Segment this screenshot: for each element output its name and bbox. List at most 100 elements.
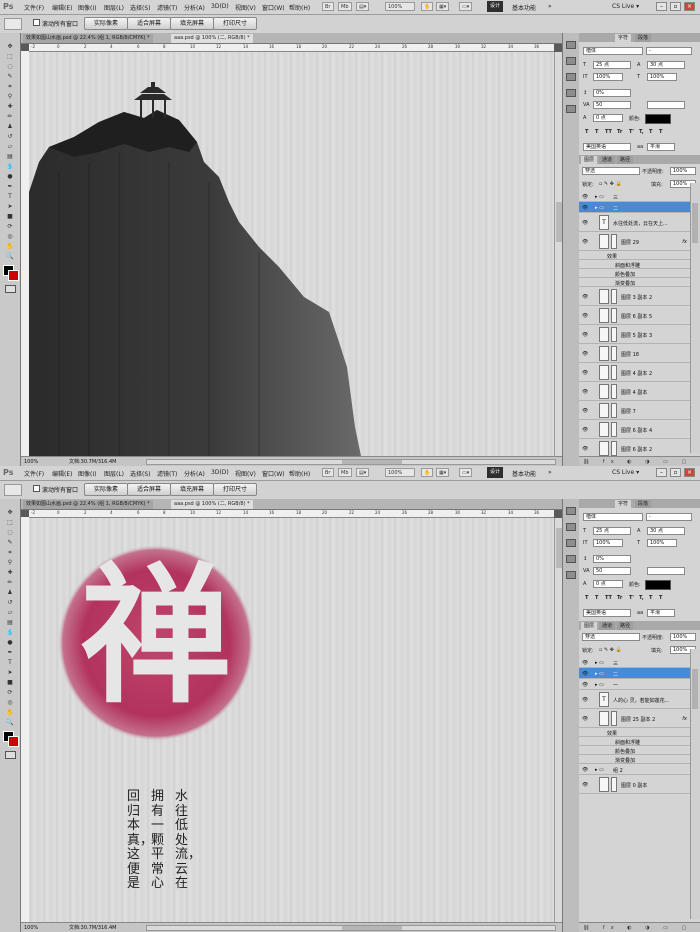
lasso-tool-icon[interactable]: ◌ [3, 63, 17, 70]
blend-mode-dropdown[interactable]: 穿透 [582, 167, 640, 175]
tab-layers[interactable]: 图层 [581, 622, 598, 630]
kerning-field[interactable] [647, 567, 685, 575]
move-tool-icon[interactable]: ✥ [3, 43, 17, 50]
quick-mask-icon[interactable] [5, 285, 16, 293]
visibility-eye-icon[interactable]: 👁 [582, 332, 588, 338]
hand-icon[interactable]: ✋ [421, 468, 434, 477]
menu-file[interactable]: 文件(F) [24, 469, 44, 478]
visibility-eye-icon[interactable]: 👁 [582, 716, 588, 722]
underline-button[interactable]: T [649, 129, 652, 135]
horizontal-scrollbar[interactable] [146, 925, 556, 931]
bridge-button[interactable]: Br [322, 2, 334, 11]
layer-effect-row[interactable]: 效果 [579, 251, 690, 260]
layer-row[interactable]: 👁 图层 7 [579, 401, 690, 420]
close-button[interactable]: × [684, 2, 695, 11]
bridge-button[interactable]: Br [322, 468, 334, 477]
visibility-eye-icon[interactable]: 👁 [582, 351, 588, 357]
menu-window[interactable]: 窗口(W) [262, 3, 285, 12]
all-caps-button[interactable]: TT [605, 129, 612, 135]
workspace-design-button[interactable]: 设计 [487, 467, 503, 478]
type-tool-icon[interactable]: T [3, 193, 17, 200]
strikethrough-button[interactable]: T [659, 595, 662, 601]
baseline-field[interactable]: 0% [593, 555, 631, 563]
quick-select-tool-icon[interactable]: ✎ [3, 539, 17, 546]
arrange-documents-icon[interactable]: ▦▾ [436, 2, 450, 11]
fill-screen-button[interactable]: 填充屏幕 [170, 483, 214, 496]
tab-paragraph[interactable]: 段落 [635, 500, 652, 508]
hand-tool-icon[interactable]: ✋ [3, 243, 17, 250]
styles-panel-icon[interactable] [566, 89, 576, 97]
antialias-dropdown[interactable]: 平滑 [647, 143, 675, 151]
layer-group-row[interactable]: 👁 ▸ ▭ 一 [579, 679, 690, 690]
lasso-tool-icon[interactable]: ◌ [3, 529, 17, 536]
scroll-all-windows-checkbox[interactable] [33, 485, 40, 492]
crop-tool-icon[interactable]: ⌗ [3, 83, 17, 90]
gradient-tool-icon[interactable]: ▤ [3, 619, 17, 626]
workspace-essentials-button[interactable]: 基本功能 [512, 469, 536, 478]
menu-edit[interactable]: 编辑(E) [52, 469, 72, 478]
layer-row[interactable]: 👁 图层 25 副本 2 fx [579, 709, 690, 728]
print-size-button[interactable]: 打印尺寸 [213, 483, 257, 496]
path-select-tool-icon[interactable]: ➤ [3, 669, 17, 676]
text-color-swatch[interactable] [645, 580, 671, 590]
layer-effect-row[interactable]: 效果 [579, 728, 690, 737]
layers-footer-buttons[interactable]: ⛓ fx ◐ ◑ ▭ ▢ 🗑 [579, 922, 700, 932]
visibility-eye-icon[interactable]: 👁 [582, 782, 588, 788]
layer-row[interactable]: 👁 图层 6 副本 5 [579, 306, 690, 325]
folder-icon[interactable]: ▸ ▭ [595, 194, 604, 200]
layer-effect-row[interactable]: 颜色叠加 [579, 269, 690, 278]
layer-row[interactable]: 👁 图层 4 副本 [579, 382, 690, 401]
horizontal-scroll-thumb[interactable] [342, 460, 402, 464]
3d-rotate-tool-icon[interactable]: ⟳ [3, 689, 17, 696]
menu-view[interactable]: 视图(V) [235, 3, 256, 12]
horizontal-scrollbar[interactable] [146, 459, 556, 465]
antialias-dropdown[interactable]: 平滑 [647, 609, 675, 617]
brush-tool-icon[interactable]: ✏ [3, 579, 17, 586]
menu-layer[interactable]: 图层(L) [104, 3, 124, 12]
menu-filter[interactable]: 滤镜(T) [157, 469, 177, 478]
language-dropdown[interactable]: 美国英语 [583, 609, 631, 617]
extras-dropdown[interactable]: ▤▾ [356, 2, 370, 11]
visibility-eye-icon[interactable]: 👁 [582, 682, 588, 688]
actual-pixels-button[interactable]: 实际像素 [84, 483, 128, 496]
layer-effect-row[interactable]: 颜色叠加 [579, 746, 690, 755]
font-size-field[interactable]: 25 点 [593, 527, 631, 535]
strikethrough-button[interactable]: T [659, 129, 662, 135]
tab-paragraph[interactable]: 段落 [635, 34, 652, 42]
baseline-shift-field[interactable]: 0 点 [593, 114, 623, 122]
visibility-eye-icon[interactable]: 👁 [582, 767, 588, 773]
kerning-field[interactable] [647, 101, 685, 109]
tab-aaa-psd[interactable]: aaa.psd @ 100% (二, RGB/8) * [171, 500, 253, 509]
layer-row[interactable]: 👁 图层 18 [579, 344, 690, 363]
scroll-all-windows-checkbox[interactable] [33, 19, 40, 26]
small-caps-button[interactable]: Tr [617, 129, 622, 135]
faux-italic-button[interactable]: T [595, 129, 598, 135]
visibility-eye-icon[interactable]: 👁 [582, 205, 588, 211]
screen-mode-icon[interactable]: ▭▾ [459, 468, 473, 477]
layers-scrollbar[interactable] [690, 183, 700, 453]
tracking-field[interactable]: 50 [593, 101, 631, 109]
layer-row[interactable]: 👁 图层 6 副本 4 [579, 420, 690, 439]
eyedropper-tool-icon[interactable]: ⚲ [3, 93, 17, 100]
restore-button[interactable]: ▫ [670, 2, 681, 11]
layer-row[interactable]: 👁 图层 5 副本 3 [579, 325, 690, 344]
visibility-eye-icon[interactable]: 👁 [582, 697, 588, 703]
visibility-eye-icon[interactable]: 👁 [582, 294, 588, 300]
eraser-tool-icon[interactable]: ▱ [3, 609, 17, 616]
small-caps-button[interactable]: Tr [617, 595, 622, 601]
font-style-dropdown[interactable]: - [646, 47, 692, 55]
hand-tool-icon[interactable]: ✋ [3, 709, 17, 716]
styles-panel-icon[interactable] [566, 555, 576, 563]
visibility-eye-icon[interactable]: 👁 [582, 313, 588, 319]
crop-tool-icon[interactable]: ⌗ [3, 549, 17, 556]
visibility-eye-icon[interactable]: 👁 [582, 389, 588, 395]
zoom-percent-field[interactable]: 100% [24, 457, 38, 466]
folder-icon[interactable]: ▸ ▭ [595, 682, 604, 688]
tab-landscape-psd[interactable]: 效果如图山水画.psd @ 22.4% (组 1, RGB/8/CMYK) * [23, 34, 153, 43]
leading-field[interactable]: 30 点 [647, 527, 685, 535]
background-color-swatch[interactable] [8, 270, 19, 281]
menu-view[interactable]: 视图(V) [235, 469, 256, 478]
lock-icons[interactable]: ▫ ✎ ✥ 🔒 [599, 181, 622, 187]
folder-icon[interactable]: ▸ ▭ [595, 205, 604, 211]
layer-effect-row[interactable]: 渐变叠加 [579, 278, 690, 287]
